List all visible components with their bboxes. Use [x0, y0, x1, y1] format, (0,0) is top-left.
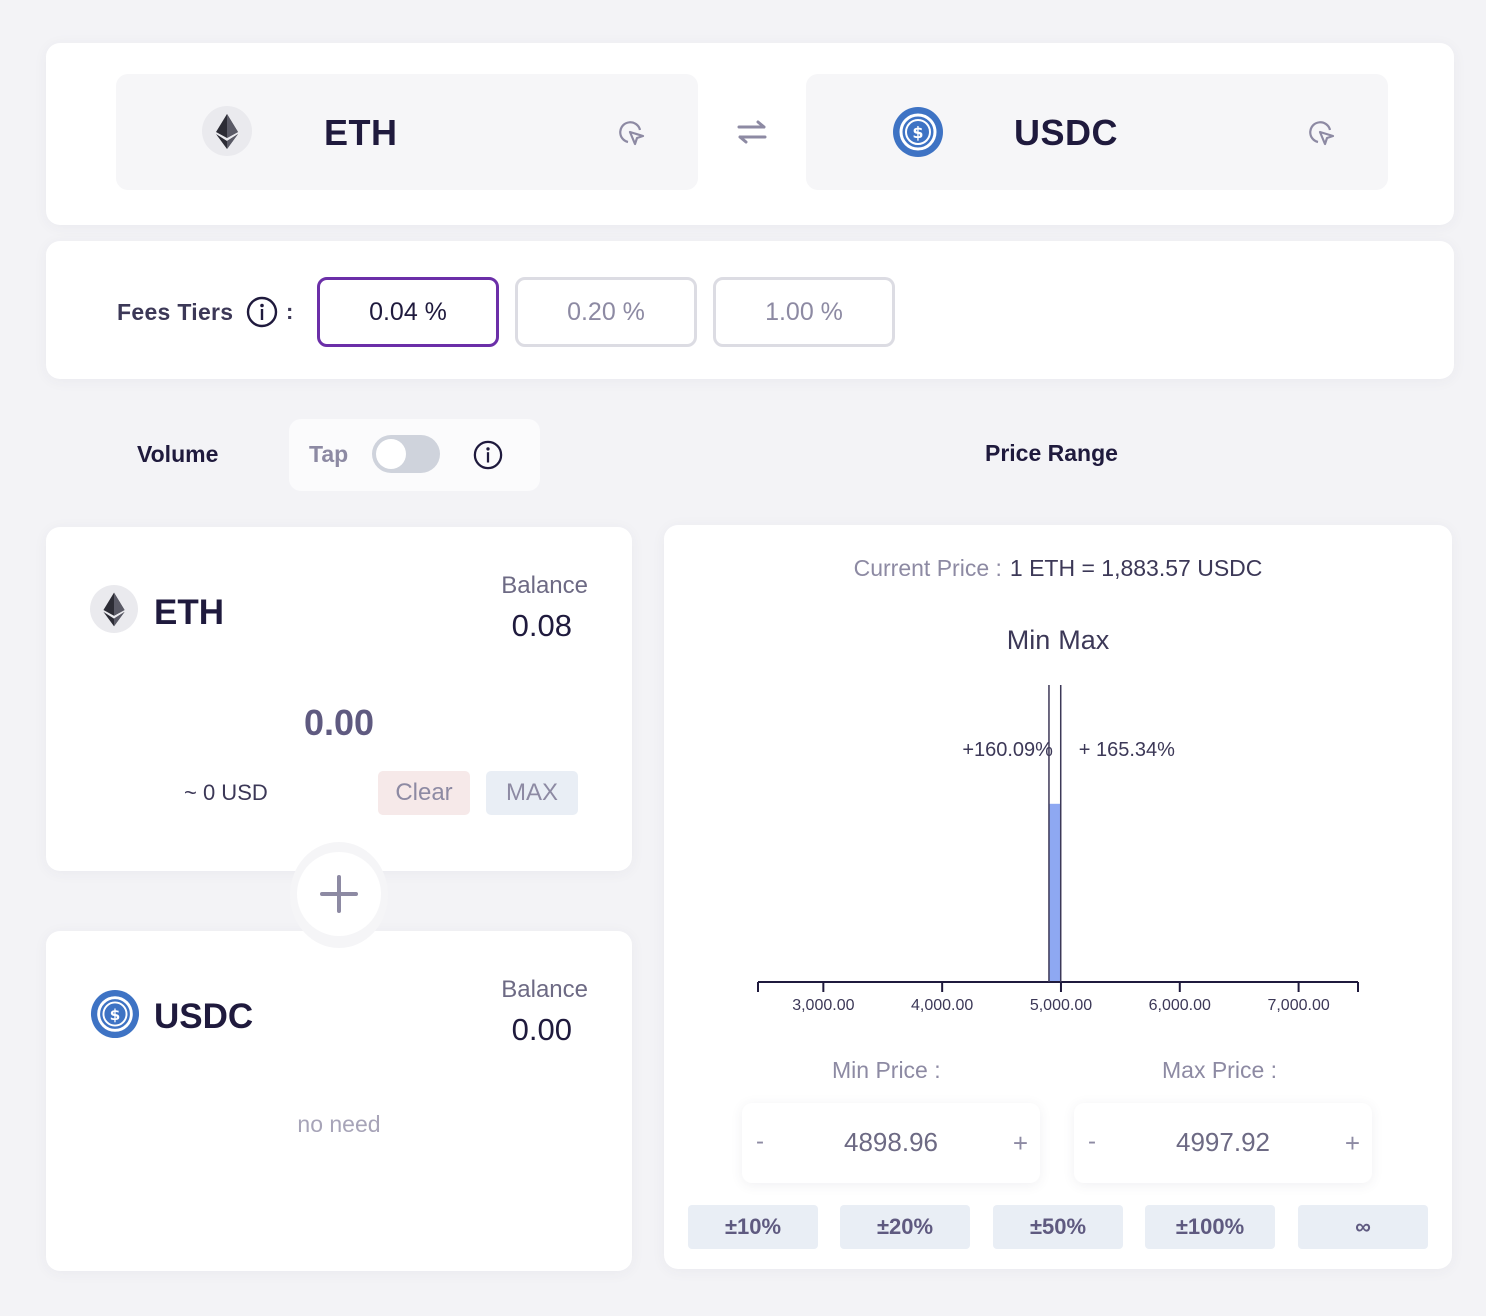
price-range-label: Price Range [985, 440, 1118, 466]
tap-toggle[interactable] [372, 435, 440, 473]
toggle-knob [376, 439, 406, 469]
range-preset-infinite-button[interactable]: ∞ [1298, 1205, 1428, 1249]
min-price-label: Min Price : [832, 1057, 941, 1083]
eth-balance-value: 0.08 [511, 608, 572, 643]
usdc-symbol: USDC [154, 997, 254, 1036]
usd-equivalent: ~ 0 USD [184, 780, 268, 805]
usdc-logo-icon: $ [892, 106, 944, 163]
tap-label: Tap [309, 441, 349, 467]
range-preset-10-button[interactable]: ±10% [688, 1205, 818, 1249]
token-select-usdc[interactable]: $ USDC [806, 74, 1388, 190]
fee-tier-button-1.00[interactable]: 1.00 % [713, 277, 895, 347]
max-price-input[interactable]: 4997.92 [1074, 1127, 1372, 1158]
clear-button[interactable]: Clear [378, 771, 470, 815]
fee-tier-button-0.04[interactable]: 0.04 % [317, 277, 499, 347]
token-pair-panel: ETH $ USDC [46, 43, 1454, 225]
max-button[interactable]: MAX [486, 771, 578, 815]
usdc-amount-card: $ USDC Balance 0.00 no need [46, 931, 632, 1271]
usdc-logo-icon: $ [90, 989, 140, 1044]
max-price-increment-button[interactable]: + [1345, 1128, 1360, 1159]
swap-arrows-icon[interactable] [736, 119, 768, 150]
range-preset-100-button[interactable]: ±100% [1145, 1205, 1275, 1249]
token-a-symbol: ETH [324, 112, 398, 153]
min-price-input[interactable]: 4898.96 [742, 1127, 1040, 1158]
x-tick-label-0: 3,000.00 [792, 997, 854, 1014]
fees-panel: Fees Tiers : 0.04 % 0.20 % 1.00 % [46, 241, 1454, 379]
x-tick-label-1: 4,000.00 [911, 997, 973, 1014]
cursor-pointer-icon[interactable] [1306, 118, 1336, 153]
liquidity-bar-0 [1048, 803, 1061, 982]
info-icon[interactable] [473, 440, 503, 475]
eth-amount-card: ETH Balance 0.08 0.00 ~ 0 USD Clear MAX [46, 527, 632, 871]
eth-symbol: ETH [154, 593, 224, 632]
eth-logo-icon [90, 585, 138, 638]
volume-label: Volume [137, 441, 219, 467]
tap-toggle-group: Tap [289, 419, 540, 491]
max-marker-pct-label: + 165.34% [1079, 739, 1175, 761]
min-price-increment-button[interactable]: + [1013, 1128, 1028, 1159]
max-price-stepper: - 4997.92 + [1074, 1103, 1372, 1183]
min-marker-pct-label: +160.09% [962, 739, 1053, 761]
fees-tiers-label: Fees Tiers [117, 299, 234, 325]
x-tick-label-3: 6,000.00 [1149, 997, 1211, 1014]
usdc-balance-value: 0.00 [511, 1012, 572, 1047]
info-icon[interactable] [246, 296, 278, 333]
balance-label: Balance [501, 572, 588, 599]
svg-text:$: $ [110, 1006, 121, 1024]
x-tick-label-4: 7,000.00 [1267, 997, 1329, 1014]
x-tick-label-2: 5,000.00 [1030, 997, 1092, 1014]
price-range-card: Current Price :1 ETH = 1,883.57 USDC Min… [664, 525, 1452, 1269]
token-select-eth[interactable]: ETH [116, 74, 698, 190]
fee-tier-button-0.20[interactable]: 0.20 % [515, 277, 697, 347]
token-b-symbol: USDC [1014, 112, 1119, 153]
usdc-no-need-note: no need [297, 1111, 381, 1137]
eth-logo-icon [202, 106, 252, 161]
max-price-label: Max Price : [1162, 1057, 1278, 1083]
svg-text:$: $ [912, 123, 923, 142]
cursor-pointer-icon[interactable] [616, 118, 646, 153]
range-preset-20-button[interactable]: ±20% [840, 1205, 970, 1249]
fees-colon: : [286, 299, 294, 324]
min-price-stepper: - 4898.96 + [742, 1103, 1040, 1183]
balance-label: Balance [501, 976, 588, 1003]
range-preset-50-button[interactable]: ±50% [993, 1205, 1123, 1249]
plus-icon [297, 852, 381, 936]
price-range-chart[interactable]: 3,000.00 4,000.00 5,000.00 6,000.00 7,000.00… [664, 525, 1452, 1025]
eth-amount-input[interactable]: 0.00 [46, 702, 632, 744]
